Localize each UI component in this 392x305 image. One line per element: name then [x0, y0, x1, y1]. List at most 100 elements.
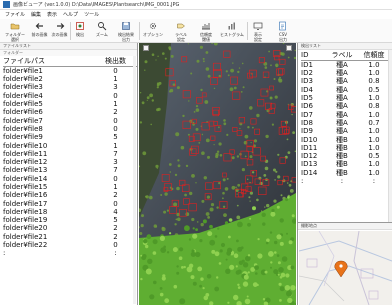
detection-row[interactable]: ID4 種A 0.5	[301, 86, 390, 94]
menu-tools[interactable]: ツール	[84, 11, 99, 18]
menu-view[interactable]: 表示	[47, 11, 57, 18]
close-view-button[interactable]	[286, 45, 292, 51]
detection-row[interactable]: ID1 種A 1.0	[301, 61, 390, 70]
file-path-cell: folder¥file1	[3, 67, 43, 75]
toolbar-button-11[interactable]: 表示 設定	[248, 20, 268, 42]
column-header-label[interactable]: ラベル	[325, 50, 358, 61]
toolbar-button-4[interactable]: 検出	[70, 20, 90, 42]
toolbar-button-5[interactable]: ズーム	[92, 20, 112, 42]
file-row[interactable]: folder¥file7 0	[3, 116, 137, 125]
file-row[interactable]: folder¥file3 3	[3, 83, 137, 91]
toolbar-button-label: オプション	[143, 32, 163, 37]
detection-id-cell: ID12	[301, 152, 318, 161]
image-viewer[interactable]	[139, 43, 296, 305]
file-list-scrollbar[interactable]	[133, 56, 136, 304]
detection-row[interactable]: ID6 種A 0.8	[301, 102, 390, 110]
file-row[interactable]: folder¥file17 0	[3, 199, 137, 208]
detection-row[interactable]: ID11 種B 1.0	[301, 144, 390, 152]
save-icon	[122, 22, 130, 30]
file-row[interactable]: folder¥file18 4	[3, 208, 137, 216]
file-row[interactable]: folder¥file14 0	[3, 175, 137, 183]
detection-count-cell: 5	[113, 133, 118, 142]
detection-row[interactable]: ID3 種A 0.8	[301, 77, 390, 85]
file-row[interactable]: folder¥file4 0	[3, 92, 137, 100]
detection-label-cell: 種A	[336, 61, 348, 69]
detection-count-cell: 1	[113, 100, 118, 109]
detection-confidence-cell: 1.0	[368, 69, 380, 78]
file-row[interactable]: folder¥file15 1	[3, 183, 137, 191]
column-header-path[interactable]: ファイルパス	[3, 56, 94, 67]
detection-count-cell: 1	[113, 75, 118, 84]
file-row[interactable]: folder¥file21 2	[3, 233, 137, 241]
detection-count-cell: 2	[113, 191, 118, 200]
detection-row[interactable]: ID5 種A 1.0	[301, 94, 390, 102]
file-path-cell: folder¥file5	[3, 100, 43, 109]
toolbar-button-8[interactable]: ラベル 設定	[168, 20, 194, 42]
detection-count-cell: 2	[113, 108, 118, 117]
toolbar-button-12[interactable]: CSV 出力	[270, 20, 296, 42]
toolbar-button-label: 前の画像	[31, 32, 48, 37]
toolbar-button-label: フォルダー 選択	[5, 32, 25, 42]
plant-photo	[139, 43, 296, 305]
file-path-cell: folder¥file2	[3, 75, 43, 84]
toolbar-button-10[interactable]: ヒストグラム	[218, 20, 246, 42]
detection-row[interactable]: ID7 種A 1.0	[301, 110, 390, 119]
toolbar-button-3[interactable]: 次の画像	[50, 20, 69, 42]
menu-help[interactable]: ヘルプ	[63, 11, 78, 18]
column-header-confidence[interactable]: 信頼度	[357, 50, 390, 61]
file-row[interactable]: folder¥file20 2	[3, 224, 137, 232]
file-row[interactable]: folder¥file8 0	[3, 125, 137, 133]
file-row[interactable]: ::	[3, 249, 137, 257]
toolbar-button-6[interactable]: 検出結果 出力	[114, 20, 138, 42]
menu-file[interactable]: ファイル	[5, 11, 25, 18]
fit-view-button[interactable]	[143, 45, 149, 51]
file-path-cell: :	[3, 249, 6, 258]
file-row[interactable]: folder¥file1 0	[3, 67, 137, 76]
file-path-cell: folder¥file18	[3, 207, 48, 216]
detection-row[interactable]: ID9 種A 1.0	[301, 127, 390, 135]
file-row[interactable]: folder¥file22 0	[3, 241, 137, 249]
file-row[interactable]: folder¥file19 5	[3, 216, 137, 224]
detection-list-scrollbar[interactable]	[388, 50, 392, 225]
file-row[interactable]: folder¥file16 2	[3, 191, 137, 199]
toolbar-button-9[interactable]: 信頼度 閾値	[196, 20, 216, 42]
detection-row[interactable]: ID13 種B 1.0	[301, 160, 390, 168]
toolbar-button-1[interactable]: フォルダー 選択	[2, 20, 28, 42]
file-path-cell: folder¥file10	[3, 141, 48, 150]
menu-edit[interactable]: 編集	[31, 11, 41, 18]
detection-row[interactable]: ID2 種A 1.0	[301, 69, 390, 77]
detection-id-cell: ID7	[301, 110, 313, 119]
toolbar-button-2[interactable]: 前の画像	[30, 20, 49, 42]
file-row[interactable]: folder¥file5 1	[3, 100, 137, 108]
detection-row[interactable]: ID8 種A 0.7	[301, 119, 390, 127]
column-header-count[interactable]: 検出数	[93, 56, 137, 67]
detection-count-cell: 3	[113, 83, 118, 92]
detection-row[interactable]: :::	[301, 177, 390, 185]
column-header-id[interactable]: ID	[301, 50, 326, 61]
toolbar-button-7[interactable]: オプション	[140, 20, 166, 42]
display-icon	[253, 22, 263, 30]
menu-bar: ファイル 編集 表示 ヘルプ ツール	[0, 10, 392, 19]
location-panel: 撮影地点	[297, 222, 392, 305]
file-row[interactable]: folder¥file2 1	[3, 75, 137, 83]
detection-row[interactable]: ID14 種B 1.0	[301, 169, 390, 177]
toolbar-button-label: ズーム	[96, 32, 108, 37]
detection-label-cell: 種A	[336, 110, 348, 119]
file-row[interactable]: folder¥file10 1	[3, 141, 137, 150]
file-list-panel: ファイルリスト フォルダー ファイルパス 検出数 folder¥file1 0 fo…	[0, 43, 138, 305]
file-row[interactable]: folder¥file13 7	[3, 166, 137, 174]
detection-id-cell: ID9	[301, 127, 313, 136]
file-row[interactable]: folder¥file12 3	[3, 158, 137, 166]
file-row[interactable]: folder¥file6 2	[3, 108, 137, 116]
file-path-cell: folder¥file20	[3, 224, 48, 233]
location-map[interactable]	[299, 231, 392, 305]
detection-row[interactable]: ID10 種B 1.0	[301, 135, 390, 144]
detection-count-cell: 1	[113, 183, 118, 191]
file-path-cell: folder¥file13	[3, 166, 48, 175]
detection-row[interactable]: ID12 種B 0.5	[301, 152, 390, 160]
detection-confidence-cell: 1.0	[368, 135, 380, 144]
detection-label-cell: :	[340, 177, 344, 185]
file-path-cell: folder¥file12	[3, 158, 48, 167]
file-row[interactable]: folder¥file9 5	[3, 133, 137, 141]
file-row[interactable]: folder¥file11 7	[3, 150, 137, 158]
